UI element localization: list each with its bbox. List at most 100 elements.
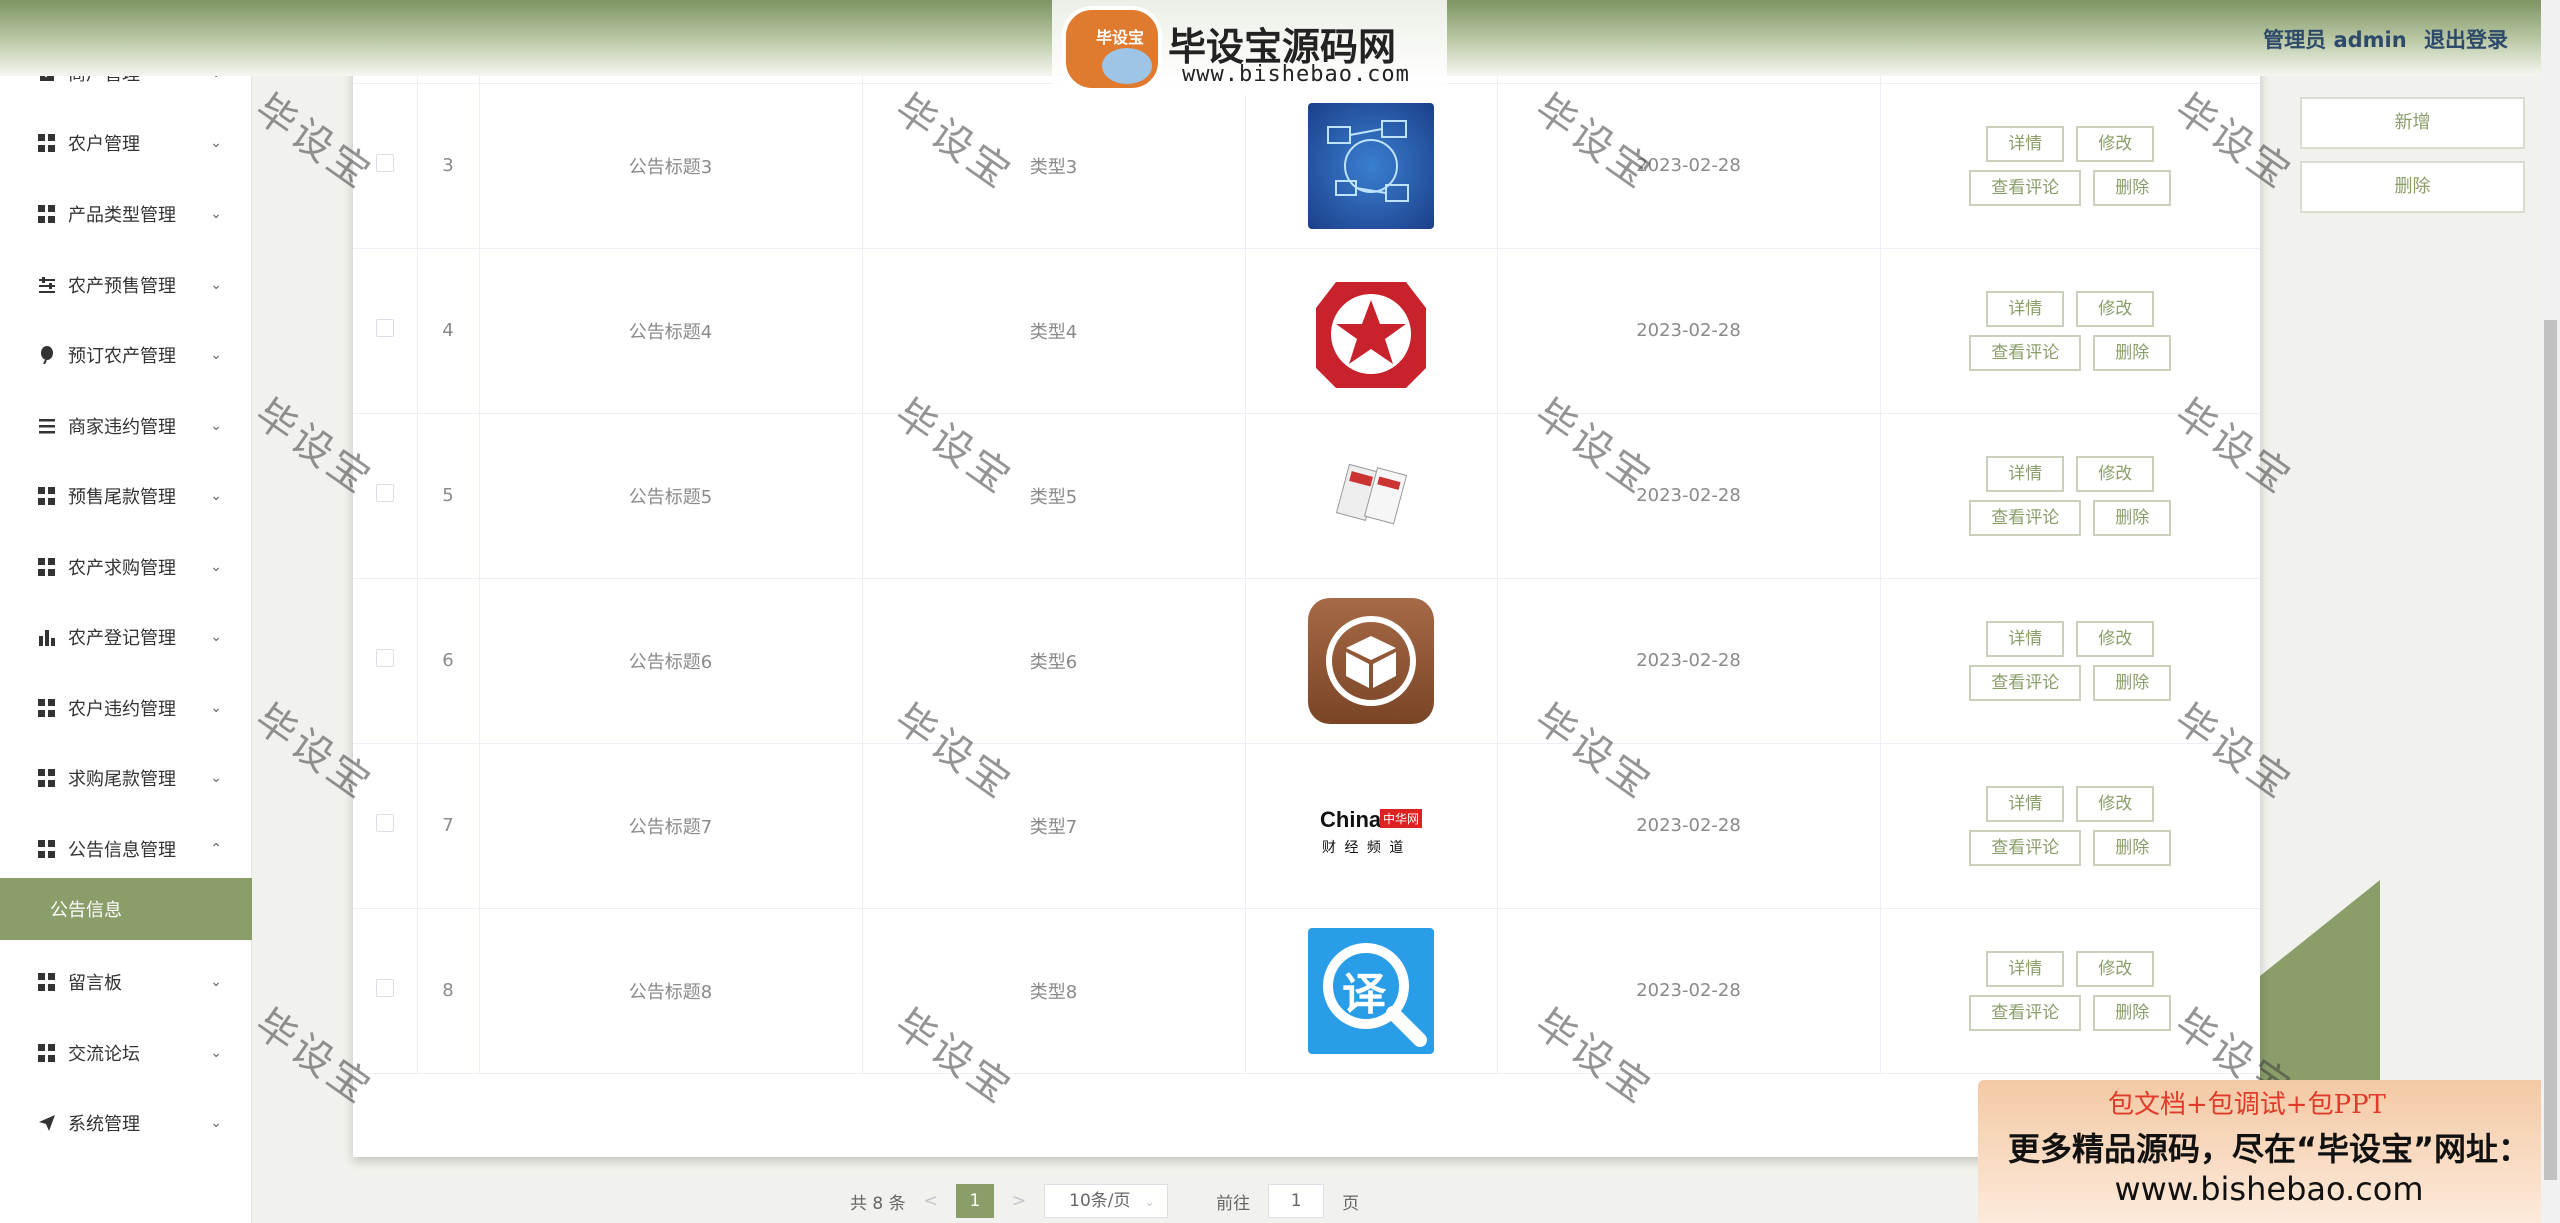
sidebar-item-13[interactable]: 留言板 ⌄: [0, 947, 252, 1017]
edit-button[interactable]: 修改: [2076, 785, 2155, 822]
table-row: 3 公告标题3 类型3 2023-02-28 详情 修改 查看评论 删除: [353, 83, 2260, 248]
notice-type: 类型7: [862, 743, 1246, 908]
row-delete-button[interactable]: 删除: [2093, 334, 2172, 371]
detail-button[interactable]: 详情: [1986, 455, 2065, 492]
logout-link[interactable]: 退出登录: [2424, 28, 2508, 52]
page-number-1[interactable]: 1: [955, 1184, 994, 1218]
row-delete-button[interactable]: 删除: [2093, 499, 2172, 536]
table-row: 6 公告标题6 类型6 2023-02-28 详情 修改 查看评论 删除: [353, 578, 2260, 743]
sidebar-item-6[interactable]: 预售尾款管理 ⌄: [0, 461, 252, 531]
pagination-total: 共 8 条: [850, 1193, 906, 1214]
row-checkbox[interactable]: [375, 979, 394, 997]
edit-button[interactable]: 修改: [2076, 125, 2155, 162]
sidebar-item-label: 农户管理: [68, 134, 140, 155]
row-delete-button[interactable]: 删除: [2093, 664, 2172, 701]
page-unit-label: 页: [1342, 1193, 1360, 1214]
sidebar-item-label: 农产登记管理: [68, 628, 176, 649]
row-delete-button[interactable]: 删除: [2093, 829, 2172, 866]
view-comments-button[interactable]: 查看评论: [1969, 499, 2082, 536]
chevron-down-icon: ⌄: [210, 1045, 222, 1061]
sidebar-item-2[interactable]: 产品类型管理 ⌄: [0, 179, 252, 249]
table-row: 4 公告标题4 类型4 2023-02-28 详情 修改 查看评论 删除: [353, 248, 2260, 413]
sidebar-item-15[interactable]: 系统管理 ⌄: [0, 1088, 252, 1158]
edit-button[interactable]: 修改: [2076, 455, 2155, 492]
row-delete-button[interactable]: 删除: [2093, 169, 2172, 206]
grid-icon: [38, 699, 56, 717]
user-area: 管理员 admin 退出登录: [2253, 24, 2508, 54]
notice-table-card: 2公告标题2类型2译2023-02-28查看评论删除3公告标题3类型32023-…: [353, 0, 2260, 1157]
page-size-select[interactable]: 10条/页 ⌄: [1044, 1184, 1169, 1218]
chevron-down-icon: ⌄: [210, 418, 222, 434]
sidebar-item-12[interactable]: 公告信息: [0, 878, 252, 940]
sidebar-item-label: 系统管理: [68, 1114, 140, 1135]
table-row: 5 公告标题5 类型5 2023-02-28 详情 修改 查看评论 删除: [353, 413, 2260, 578]
chevron-down-icon: ⌄: [210, 1115, 222, 1131]
goto-page-input[interactable]: 1: [1268, 1184, 1325, 1218]
notice-date: 2023-02-28: [1497, 908, 1881, 1073]
sidebar: 商户管理⌄农户管理⌄产品类型管理⌄农产预售管理⌄预订农产管理⌄商家违约管理⌄预售…: [0, 64, 252, 1223]
admin-username[interactable]: 管理员 admin: [2263, 28, 2407, 52]
row-index: 4: [417, 248, 480, 413]
prev-page-button[interactable]: <: [924, 1191, 938, 1211]
edit-button[interactable]: 修改: [2076, 290, 2155, 327]
sidebar-item-9[interactable]: 农户违约管理 ⌄: [0, 673, 252, 743]
row-checkbox[interactable]: [375, 154, 394, 172]
sidebar-item-4[interactable]: 预订农产管理 ⌄: [0, 320, 252, 390]
notice-date: 2023-02-28: [1497, 83, 1881, 248]
promo-banner[interactable]: 包文档+包调试+包PPT 更多精品源码，尽在“毕设宝”网址： www.bishe…: [1978, 1080, 2560, 1223]
add-button[interactable]: 新增: [2300, 97, 2525, 149]
row-checkbox[interactable]: [375, 814, 394, 832]
sidebar-item-8[interactable]: 农产登记管理 ⌄: [0, 602, 252, 672]
sidebar-item-label: 预订农产管理: [68, 346, 176, 367]
sidebar-item-11[interactable]: 公告信息管理 ⌃: [0, 814, 252, 884]
view-comments-button[interactable]: 查看评论: [1969, 334, 2082, 371]
network-image: [1308, 102, 1434, 229]
sidebar-item-3[interactable]: 农产预售管理 ⌄: [0, 250, 252, 320]
detail-button[interactable]: 详情: [1986, 785, 2065, 822]
row-delete-button[interactable]: 删除: [2093, 994, 2172, 1031]
row-checkbox[interactable]: [375, 319, 394, 337]
edit-button[interactable]: 修改: [2076, 620, 2155, 657]
grid-icon: [38, 1044, 56, 1062]
view-comments-button[interactable]: 查看评论: [1969, 664, 2082, 701]
sliders-icon: [38, 276, 56, 294]
page-scrollbar-thumb[interactable]: [2544, 320, 2557, 1180]
chevron-down-icon: ⌄: [210, 488, 222, 504]
table-row: 7 公告标题7 类型7 China 中华网财 经 频 道 2023-02-28 详情 修改 查看…: [353, 743, 2260, 908]
detail-button[interactable]: 详情: [1986, 950, 2065, 987]
row-checkbox[interactable]: [375, 484, 394, 502]
row-index: 3: [417, 83, 480, 248]
grid-icon: [38, 840, 56, 858]
brown-box-app-icon: [1308, 597, 1434, 724]
sidebar-item-7[interactable]: 农产求购管理 ⌄: [0, 532, 252, 602]
chevron-down-icon: ⌄: [210, 974, 222, 990]
batch-delete-button[interactable]: 删除: [2300, 161, 2525, 213]
detail-button[interactable]: 详情: [1986, 620, 2065, 657]
notice-title: 公告标题6: [479, 578, 863, 743]
next-page-button[interactable]: >: [1012, 1191, 1026, 1211]
table-row: 8 公告标题8 类型8 译 2023-02-28 详情 修改 查看评论 删除: [353, 908, 2260, 1073]
translate-app-icon: 译: [1308, 927, 1434, 1054]
detail-button[interactable]: 详情: [1986, 290, 2065, 327]
sidebar-item-14[interactable]: 交流论坛 ⌄: [0, 1018, 252, 1088]
row-checkbox[interactable]: [375, 649, 394, 667]
site-logo: 毕设宝 毕设宝源码网 www.bishebao.com: [1052, 0, 1447, 96]
promo-line-2: 更多精品源码，尽在“毕设宝”网址：: [2007, 1130, 2531, 1168]
view-comments-button[interactable]: 查看评论: [1969, 169, 2082, 206]
sidebar-item-1[interactable]: 农户管理 ⌄: [0, 108, 252, 178]
chevron-down-icon: ⌄: [1144, 1195, 1155, 1209]
sidebar-item-5[interactable]: 商家违约管理 ⌄: [0, 391, 252, 461]
chevron-up-icon: ⌃: [210, 841, 222, 857]
edit-button[interactable]: 修改: [2076, 950, 2155, 987]
notice-table: 2公告标题2类型2译2023-02-28查看评论删除3公告标题3类型32023-…: [353, 0, 2260, 1074]
grid-icon: [38, 487, 56, 505]
grid-icon: [38, 205, 56, 223]
view-comments-button[interactable]: 查看评论: [1969, 829, 2082, 866]
sidebar-item-label: 留言板: [68, 973, 122, 994]
notice-title: 公告标题3: [479, 83, 863, 248]
notice-title: 公告标题5: [479, 413, 863, 578]
detail-button[interactable]: 详情: [1986, 125, 2065, 162]
sidebar-item-10[interactable]: 求购尾款管理 ⌄: [0, 743, 252, 813]
goto-label: 前往: [1216, 1193, 1251, 1214]
view-comments-button[interactable]: 查看评论: [1969, 994, 2082, 1031]
